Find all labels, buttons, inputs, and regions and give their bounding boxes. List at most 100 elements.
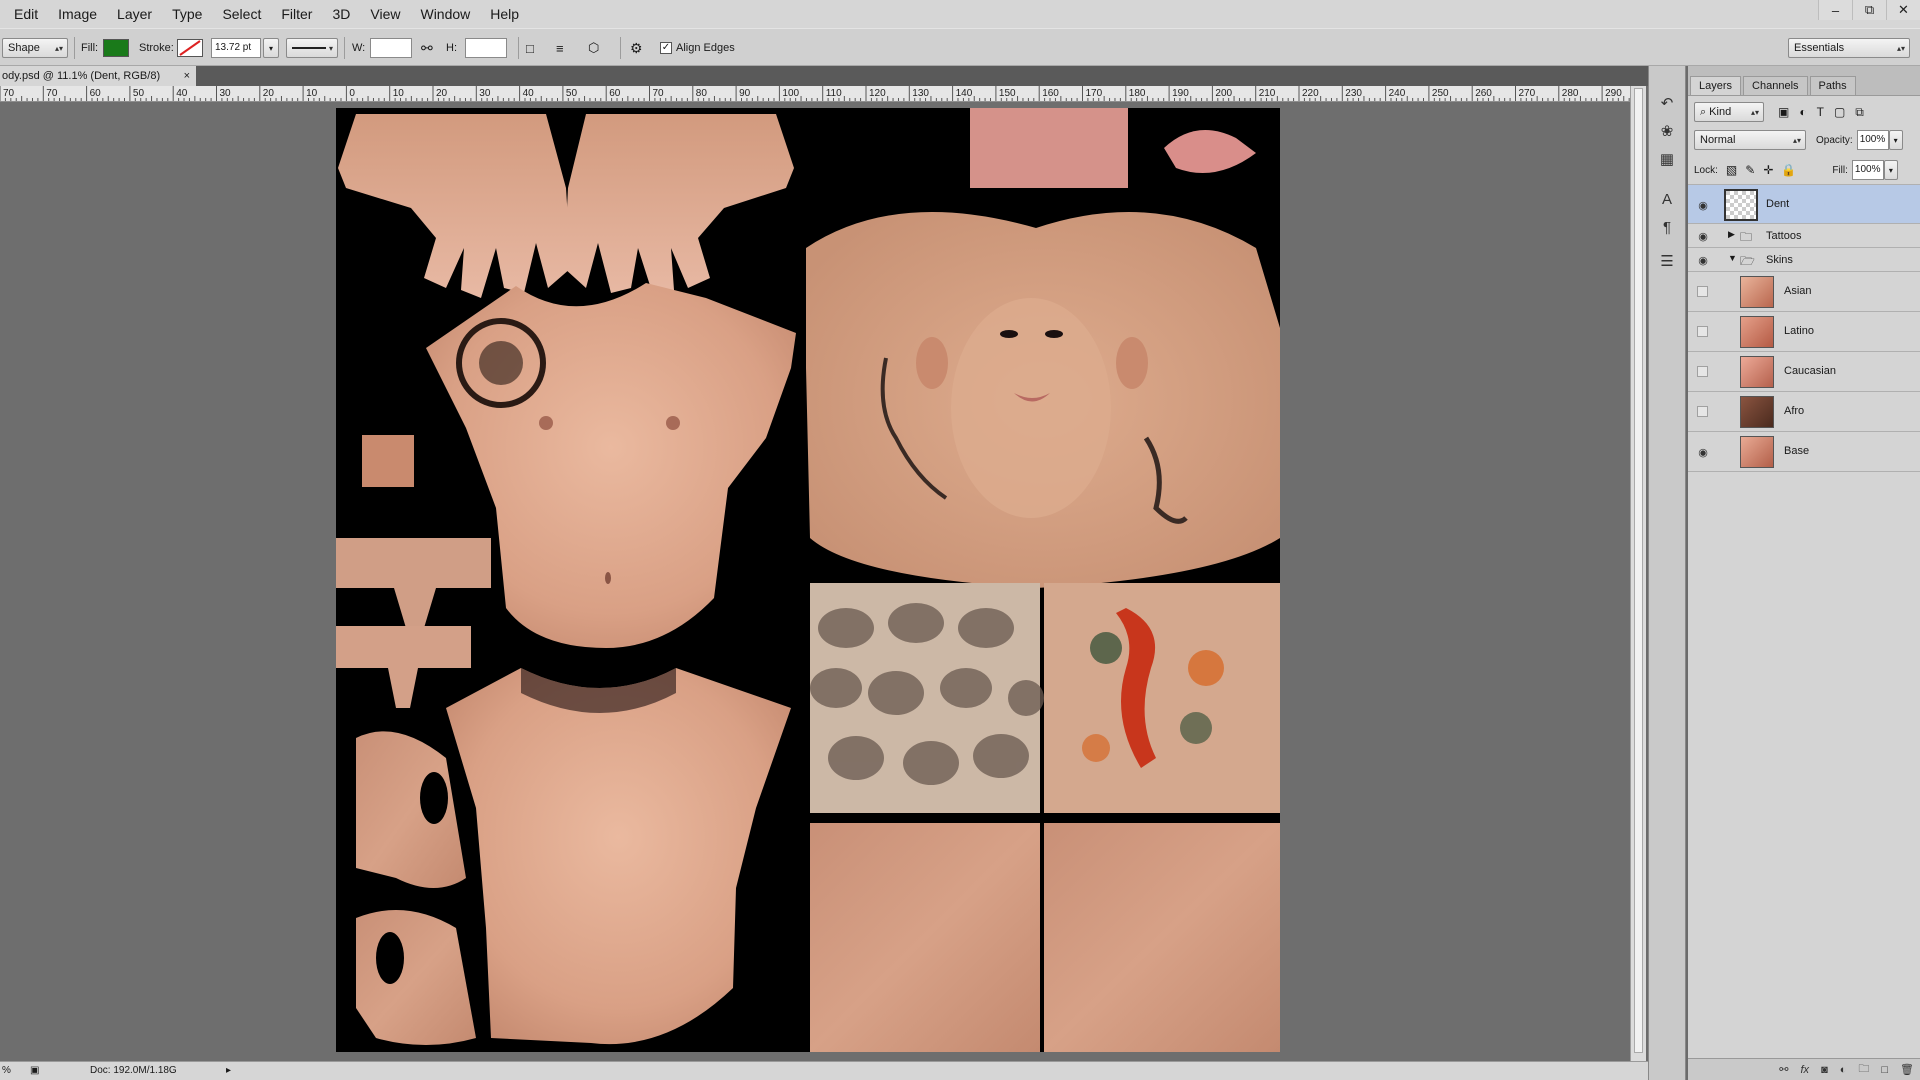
tool-mode-label: Shape [8, 42, 40, 54]
ruler-label: 150 [999, 88, 1016, 99]
layer-filter-dropdown[interactable]: ⌕ Kind ▴▾ [1694, 102, 1764, 122]
stroke-width-dropdown[interactable]: ▾ [263, 38, 279, 58]
fill-input[interactable]: 100% [1851, 160, 1884, 180]
lock-transparent-icon[interactable]: ▧ [1726, 163, 1737, 177]
width-input[interactable] [370, 38, 412, 58]
layer-row-dent[interactable]: ◉ Dent [1688, 184, 1920, 224]
collapse-arrow-icon[interactable]: ▼ [1728, 253, 1737, 263]
layer-row-tattoos[interactable]: ◉ ▶ 🗀 Tattoos [1688, 224, 1920, 248]
close-tab-icon[interactable]: × [184, 66, 190, 86]
new-layer-icon[interactable]: □ [1881, 1064, 1888, 1076]
fill-dropdown[interactable]: ▾ [1883, 160, 1898, 180]
add-mask-icon[interactable]: ◙ [1821, 1064, 1828, 1076]
layer-row-afro[interactable]: Afro [1688, 392, 1920, 432]
menu-3d[interactable]: 3D [322, 0, 360, 28]
link-layers-icon[interactable]: ⚯ [1779, 1063, 1788, 1076]
adjustment-layer-icon[interactable]: ◐ [1840, 1064, 1847, 1076]
visibility-toggle[interactable] [1697, 406, 1708, 417]
adjustment-filter-icon[interactable]: ◐ [1799, 105, 1806, 119]
layer-row-latino[interactable]: Latino [1688, 312, 1920, 352]
no-stroke-icon [179, 40, 201, 56]
eye-icon[interactable]: ◉ [1694, 227, 1712, 245]
tool-mode-dropdown[interactable]: Shape ▴▾ [2, 38, 68, 58]
status-menu-arrow-icon[interactable]: ▸ [226, 1065, 231, 1076]
zoom-readout[interactable]: % [2, 1065, 11, 1076]
layer-style-icon[interactable]: fx [1801, 1064, 1810, 1076]
menu-view[interactable]: View [360, 0, 410, 28]
layer-row-skins[interactable]: ◉ ▼ 🗁 Skins [1688, 248, 1920, 272]
new-group-icon[interactable]: 🗀 [1858, 1060, 1869, 1079]
type-filter-icon[interactable]: T [1817, 105, 1824, 119]
visibility-toggle[interactable] [1697, 366, 1708, 377]
lock-position-icon[interactable]: ✛ [1763, 163, 1773, 177]
history-icon[interactable]: ↶ [1655, 92, 1679, 114]
menu-help[interactable]: Help [480, 0, 529, 28]
workspace-dropdown[interactable]: Essentials ▴▾ [1788, 38, 1910, 58]
eye-icon[interactable]: ◉ [1694, 251, 1712, 269]
document-tab[interactable]: ody.psd @ 11.1% (Dent, RGB/8) × [0, 66, 196, 86]
layer-row-asian[interactable]: Asian [1688, 272, 1920, 312]
vertical-scrollbar[interactable] [1630, 86, 1646, 1061]
layer-name: Tattoos [1766, 230, 1802, 242]
eye-icon[interactable]: ◉ [1694, 196, 1712, 214]
menu-image[interactable]: Image [48, 0, 107, 28]
scroll-thumb[interactable] [1634, 88, 1643, 1053]
layer-thumbnail [1740, 396, 1774, 428]
stroke-color-swatch[interactable] [177, 39, 203, 57]
opacity-input[interactable]: 100% [1856, 130, 1889, 150]
menu-layer[interactable]: Layer [107, 0, 162, 28]
menu-type[interactable]: Type [162, 0, 212, 28]
visibility-toggle[interactable] [1697, 286, 1708, 297]
updown-icon: ▴▾ [1750, 107, 1759, 117]
ruler-label: 180 [1129, 88, 1146, 99]
tab-paths[interactable]: Paths [1809, 76, 1856, 95]
fill-color-swatch[interactable] [103, 39, 129, 57]
menu-select[interactable]: Select [212, 0, 271, 28]
layer-row-caucasian[interactable]: Caucasian [1688, 352, 1920, 392]
trash-icon[interactable]: 🗑 [1900, 1063, 1914, 1076]
height-input[interactable] [465, 38, 507, 58]
stroke-width-input[interactable]: 13.72 pt [211, 38, 261, 58]
ruler-label: 170 [1086, 88, 1103, 99]
ruler-label: 100 [782, 88, 799, 99]
doc-info-icon[interactable]: ▣ [30, 1065, 39, 1076]
lock-image-icon[interactable]: ✎ [1745, 163, 1755, 177]
swatches-icon[interactable]: ▦ [1655, 148, 1679, 170]
layer-row-base[interactable]: ◉ Base [1688, 432, 1920, 472]
tab-channels[interactable]: Channels [1743, 76, 1808, 95]
path-operations-icon[interactable]: □ [526, 41, 534, 56]
eye-icon[interactable]: ◉ [1694, 443, 1712, 461]
ruler-label: 200 [1215, 88, 1232, 99]
path-alignment-icon[interactable]: ≡ [556, 41, 564, 56]
stroke-type-dropdown[interactable]: ▾ [286, 38, 338, 58]
menu-filter[interactable]: Filter [271, 0, 322, 28]
koi-tattoo-panel [1044, 583, 1280, 813]
path-arrangement-icon[interactable]: ⬡ [588, 40, 599, 56]
gear-icon[interactable]: ⚙ [630, 40, 643, 57]
document-canvas[interactable] [336, 108, 1280, 1052]
shape-filter-icon[interactable]: ▢ [1834, 105, 1845, 119]
paragraph-icon[interactable]: ¶ [1655, 216, 1679, 238]
close-button[interactable]: ✕ [1886, 0, 1920, 20]
minimize-button[interactable]: – [1818, 0, 1852, 20]
character-icon[interactable]: A [1655, 188, 1679, 210]
visibility-toggle[interactable] [1697, 326, 1708, 337]
horizontal-ruler[interactable]: 70 70 60 50 40 30 20 10 0 10 20 30 40 50 60 70 80 90 100 11… [0, 86, 1630, 102]
menu-edit[interactable]: Edit [0, 0, 48, 28]
brush-presets-icon[interactable]: ❀ [1655, 120, 1679, 142]
lock-all-icon[interactable]: 🔒 [1781, 163, 1796, 177]
align-edges-checkbox[interactable]: ✓ [660, 42, 672, 54]
smart-object-filter-icon[interactable]: ⧉ [1855, 105, 1864, 120]
expand-arrow-icon[interactable]: ▶ [1728, 229, 1735, 240]
front-torso-uv [426, 283, 796, 648]
restore-button[interactable]: ⧉ [1852, 0, 1886, 20]
menu-window[interactable]: Window [410, 0, 480, 28]
opacity-dropdown[interactable]: ▾ [1888, 130, 1903, 150]
properties-icon[interactable]: ☰ [1655, 250, 1679, 272]
layer-name: Caucasian [1784, 365, 1836, 377]
blend-mode-dropdown[interactable]: Normal ▴▾ [1694, 130, 1806, 150]
tab-layers[interactable]: Layers [1690, 76, 1742, 95]
updown-icon: ▴▾ [54, 43, 63, 53]
pixel-filter-icon[interactable]: ▣ [1778, 105, 1789, 119]
link-icon[interactable]: ⚯ [421, 40, 433, 57]
